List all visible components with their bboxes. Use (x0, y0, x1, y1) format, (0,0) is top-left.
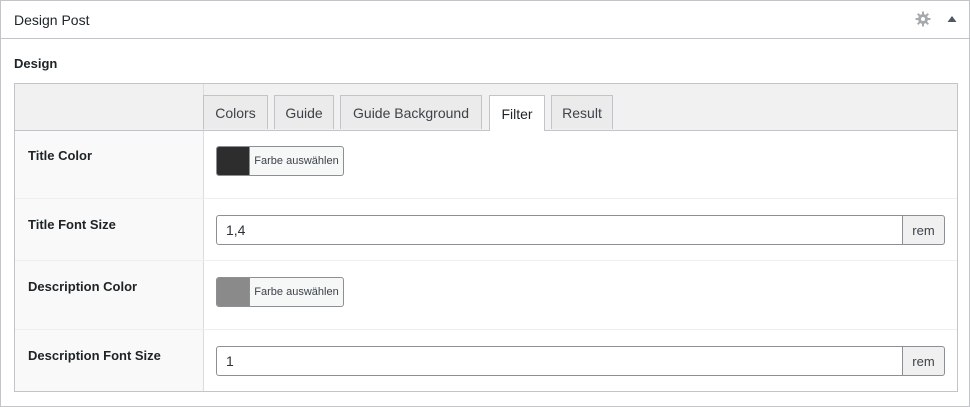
title-font-size-input[interactable] (216, 215, 903, 245)
title-color-swatch (217, 147, 250, 175)
row-divider (15, 260, 957, 261)
title-font-size-group: rem (216, 215, 945, 245)
panel-title: Design Post (14, 12, 90, 28)
caret-up-icon[interactable] (947, 14, 957, 24)
row-divider (15, 329, 957, 330)
description-color-swatch (217, 278, 250, 306)
section-title: Design (14, 56, 58, 71)
design-post-panel: Design Post Design Colors Guide Guide Ba… (0, 0, 970, 407)
description-font-size-unit: rem (903, 346, 945, 376)
title-font-size-unit: rem (903, 215, 945, 245)
row-divider (15, 198, 957, 199)
tab-colors[interactable]: Colors (203, 95, 268, 129)
title-font-size-label: Title Font Size (28, 217, 116, 232)
header-icons (915, 11, 957, 27)
title-color-button-label: Farbe auswählen (254, 155, 339, 167)
description-color-label: Description Color (28, 279, 138, 294)
tab-result[interactable]: Result (551, 95, 613, 129)
description-color-button-label: Farbe auswählen (254, 286, 339, 298)
tab-guide-background[interactable]: Guide Background (340, 95, 482, 129)
description-font-size-input[interactable] (216, 346, 903, 376)
description-font-size-label: Description Font Size (28, 348, 161, 363)
tab-bar: Colors Guide Guide Background Filter Res… (15, 84, 957, 131)
gear-icon[interactable] (915, 11, 931, 27)
tab-guide[interactable]: Guide (274, 95, 334, 129)
design-settings-box: Colors Guide Guide Background Filter Res… (14, 83, 958, 392)
description-color-picker-button[interactable]: Farbe auswählen (216, 277, 344, 307)
title-color-picker-button[interactable]: Farbe auswählen (216, 146, 344, 176)
description-font-size-group: rem (216, 346, 945, 376)
title-color-label: Title Color (28, 148, 93, 163)
tab-filter[interactable]: Filter (489, 95, 545, 131)
tab-bar-spacer (15, 84, 204, 130)
panel-header[interactable]: Design Post (1, 1, 969, 39)
